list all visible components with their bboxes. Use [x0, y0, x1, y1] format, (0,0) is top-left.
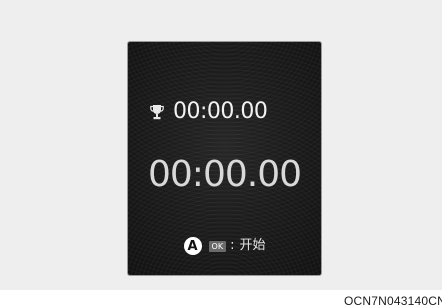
start-hint: A OK : 开始: [128, 235, 321, 257]
best-time: 00:00.00: [173, 99, 268, 124]
ok-key-icon: OK: [208, 240, 227, 252]
hint-separator: :: [230, 238, 235, 253]
cluster-display: 00:00.00 00:00.00 A OK : 开始: [127, 41, 322, 276]
figure-background: 00:00.00 00:00.00 A OK : 开始: [0, 0, 442, 290]
start-label: 开始: [239, 238, 266, 253]
callout-marker: A: [183, 237, 202, 255]
figure-code: OCN7N043140CN: [344, 294, 442, 308]
stopwatch-time: 00:00.00: [148, 154, 302, 195]
best-time-row: 00:00.00: [150, 99, 268, 125]
trophy-icon: [150, 105, 164, 120]
